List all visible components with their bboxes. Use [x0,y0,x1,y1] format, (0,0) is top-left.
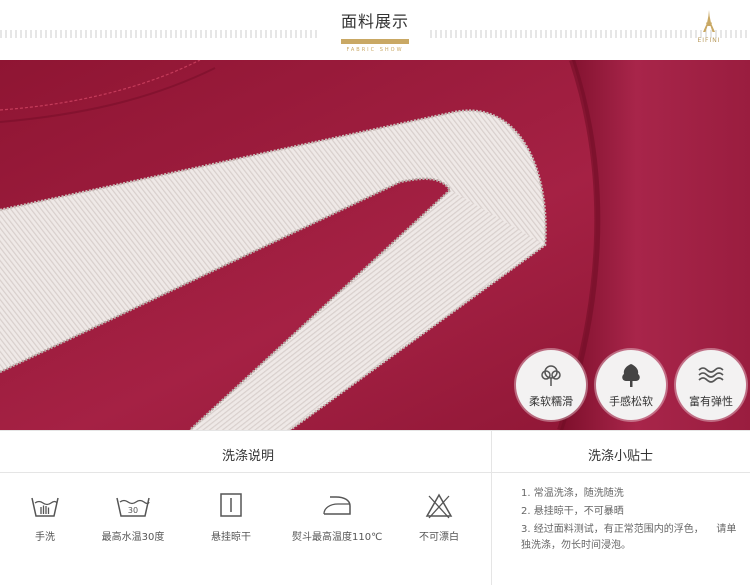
care-label: 不可漂白 [419,532,459,543]
feature-label: 手感松软 [609,395,653,408]
care-label: 手洗 [35,532,55,543]
tips-title: 洗涤小贴士 [588,449,654,464]
tips-list: 1. 常温洗涤，随洗随洗 2. 悬挂晾干，不可暴晒 3. 经过面料测试，有正常范… [521,486,741,556]
brand-logo: EIFINI [696,10,722,48]
hand-wash-icon [31,497,59,517]
eiffel-tower-icon [703,10,715,32]
svg-text:30: 30 [128,506,138,515]
care-item-no-bleach: 不可漂白 [394,492,484,543]
feature-label: 富有弹性 [689,395,733,408]
feature-badge-fluffy: 手感松软 [596,350,666,420]
page-subtitle: FABRIC SHOW [346,47,404,53]
tree-icon [622,364,640,387]
waves-icon [698,367,724,383]
no-bleach-icon [425,493,453,519]
care-item-line-dry: 悬挂晾干 [186,492,276,543]
care-item-wash-30: 30 最高水温30度 [88,492,178,543]
washing-title: 洗涤说明 [222,449,275,464]
fabric-photo: 柔软糯滑 手感松软 富有弹性 [0,60,750,430]
divider-line [491,430,492,585]
wash-30-icon: 30 [116,497,150,517]
header-title-box: 面料展示 FABRIC SHOW [320,0,430,58]
iron-icon [323,496,351,515]
care-label: 熨斗最高温度110℃ [292,532,383,543]
page-title: 面料展示 [340,12,409,31]
cotton-flower-icon [541,365,561,386]
divider-line [0,472,750,473]
brand-name: EIFINI [697,37,721,44]
page-header: 面料展示 FABRIC SHOW EIFINI [0,0,750,60]
feature-badge-soft: 柔软糯滑 [516,350,586,420]
tip-item: 3. 经过面料测试，有正常范围内的浮色， 请单独洗涤，勿长时间浸泡。 [521,524,737,551]
care-item-iron: 熨斗最高温度110℃ [292,492,382,543]
tip-item: 1. 常温洗涤，随洗随洗 [521,488,624,499]
divider-line [0,430,750,431]
line-dry-icon [220,493,242,517]
care-section: 洗涤说明 洗涤小贴士 手洗 30 最高水温30度 悬挂晾干 熨斗最高温度110℃ [0,430,750,585]
care-label: 最高水温30度 [101,532,165,543]
care-item-hand-wash: 手洗 [0,492,90,543]
title-underline [341,39,409,44]
feature-label: 柔软糯滑 [529,395,573,408]
feature-badge-elastic: 富有弹性 [676,350,746,420]
tip-item: 2. 悬挂晾干，不可暴晒 [521,506,624,517]
care-label: 悬挂晾干 [211,532,251,543]
